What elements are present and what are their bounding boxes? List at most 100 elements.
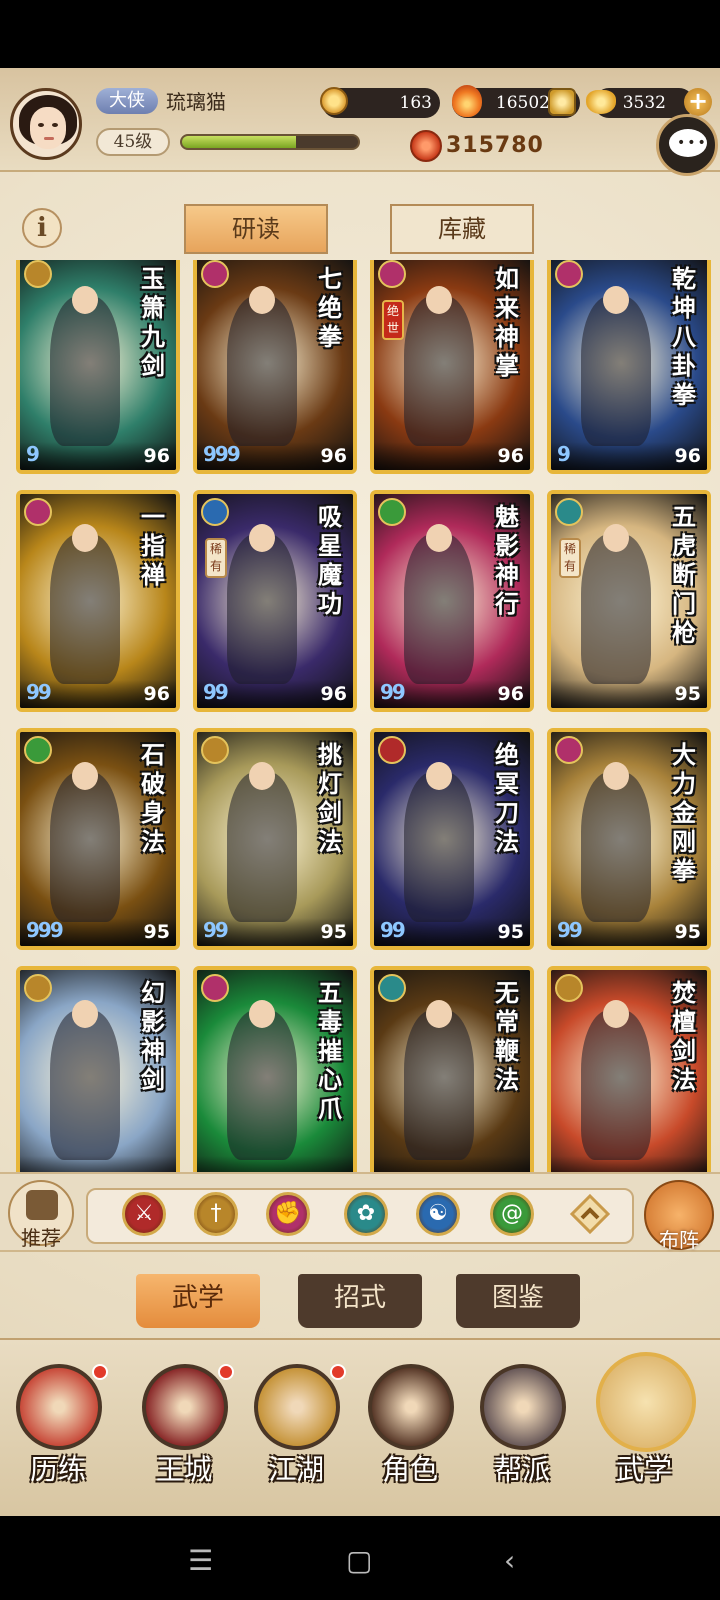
martial-card[interactable]: 五毒摧心爪	[193, 966, 357, 1172]
header: 大侠 琉璃猫 45级 163 16502 3532 + 315780	[0, 68, 720, 172]
card-footer	[551, 1156, 707, 1172]
martial-card[interactable]: 一指禅 99 96	[16, 490, 180, 712]
school-icon	[555, 736, 583, 764]
hero-head	[249, 286, 275, 314]
info-button[interactable]: i	[22, 208, 62, 248]
bottom-navigation: 历练 王城 江湖 角色 帮派 武学	[0, 1338, 720, 1516]
school-icon	[24, 974, 52, 1002]
combat-power: 315780	[410, 130, 543, 162]
hero-head	[72, 1000, 98, 1028]
school-icon	[378, 498, 406, 526]
martial-card[interactable]: 幻影神剑	[16, 966, 180, 1172]
hero-figure	[404, 296, 474, 446]
card-footer	[197, 1156, 353, 1172]
player-avatar[interactable]	[10, 88, 82, 160]
collapse-filter-icon[interactable]	[568, 1192, 612, 1236]
hero-figure	[581, 772, 651, 922]
layout-button[interactable]: 布阵	[644, 1180, 714, 1252]
school-icon	[378, 260, 406, 288]
hero-figure	[404, 1010, 474, 1160]
home-icon[interactable]: ▢	[346, 1544, 372, 1577]
martial-card[interactable]: 绝冥刀法 99 95	[370, 728, 534, 950]
hero-figure	[227, 1010, 297, 1160]
school-icon	[555, 974, 583, 1002]
hero-figure	[404, 772, 474, 922]
hero-figure	[581, 1010, 651, 1160]
sword-icon[interactable]: †	[194, 1192, 238, 1236]
nav-item[interactable]: 武学	[594, 1352, 696, 1492]
hero-figure	[50, 772, 120, 922]
martial-card[interactable]: 乾坤八卦拳 9 96	[547, 260, 711, 474]
nav-item[interactable]: 王城	[134, 1352, 234, 1492]
school-icon	[24, 260, 52, 288]
martial-card[interactable]: 绝世 如来神掌 96	[370, 260, 534, 474]
chat-button[interactable]: •••	[656, 114, 718, 176]
nav-label: 王城	[155, 1453, 212, 1486]
nav-label: 历练	[29, 1453, 86, 1486]
nav-item[interactable]: 历练	[8, 1352, 108, 1492]
subtab-moves[interactable]: 招式	[298, 1274, 422, 1328]
school-icon	[201, 260, 229, 288]
school-icon	[378, 974, 406, 1002]
card-score: 95	[674, 921, 701, 943]
notification-dot	[218, 1364, 234, 1380]
nav-label: 角色	[381, 1453, 438, 1486]
nav-item[interactable]: 江湖	[246, 1352, 346, 1492]
training-icon	[16, 1364, 102, 1450]
player-level: 45级	[96, 128, 170, 156]
card-rank-marks: 99	[203, 918, 229, 942]
hand-cards-icon	[26, 1190, 58, 1220]
power-icon	[410, 130, 442, 162]
back-icon[interactable]: ‹	[504, 1544, 515, 1577]
tab-storage[interactable]: 库藏	[390, 204, 534, 254]
layout-label: 布阵	[659, 1228, 699, 1252]
blade-icon[interactable]: ⚔	[122, 1192, 166, 1236]
notification-dot	[330, 1364, 346, 1380]
nav-item[interactable]: 角色	[360, 1352, 460, 1492]
recent-apps-icon[interactable]: ☰	[188, 1544, 213, 1577]
martial-card[interactable]: 挑灯剑法 99 95	[193, 728, 357, 950]
card-rank-marks: 99	[380, 918, 406, 942]
school-icon	[555, 498, 583, 526]
card-score: 96	[143, 683, 170, 705]
card-name: 焚檀剑法	[672, 978, 696, 1094]
nav-item[interactable]: 帮派	[472, 1352, 572, 1492]
card-score: 96	[320, 445, 347, 467]
rarity-tag: 绝世	[382, 300, 404, 340]
card-name: 大力金刚拳	[672, 740, 696, 885]
martial-card[interactable]: 七绝拳 999 96	[193, 260, 357, 474]
hero-head	[603, 1000, 629, 1028]
hero-head	[249, 1000, 275, 1028]
martial-card[interactable]: 无常鞭法	[370, 966, 534, 1172]
hero-head	[72, 286, 98, 314]
hero-head	[72, 524, 98, 552]
hero-head	[72, 762, 98, 790]
tab-study[interactable]: 研读	[184, 204, 328, 254]
hero-head	[426, 524, 452, 552]
system-navigation-bar: ☰ ▢ ‹	[0, 1516, 720, 1600]
hero-figure	[50, 534, 120, 684]
card-score: 96	[497, 683, 524, 705]
hero-figure	[404, 534, 474, 684]
martial-card[interactable]: 大力金刚拳 99 95	[547, 728, 711, 950]
hero-head	[249, 524, 275, 552]
scroll-icon	[596, 1352, 696, 1452]
martial-card[interactable]: 魅影神行 99 96	[370, 490, 534, 712]
add-gold-button[interactable]: +	[684, 88, 712, 116]
martial-card[interactable]: 石破身法 999 95	[16, 728, 180, 950]
subtab-martial[interactable]: 武学	[136, 1274, 260, 1328]
recommend-button[interactable]: 推荐	[8, 1180, 74, 1250]
card-score: 95	[143, 921, 170, 943]
taiji-icon[interactable]: ☯	[416, 1192, 460, 1236]
school-icon	[24, 498, 52, 526]
martial-card[interactable]: 稀有 五虎断门枪 95	[547, 490, 711, 712]
martial-card[interactable]: 玉箫九剑 9 96	[16, 260, 180, 474]
guild-icon	[480, 1364, 566, 1450]
fist-icon[interactable]: ✊	[266, 1192, 310, 1236]
fan-icon[interactable]: ✿	[344, 1192, 388, 1236]
martial-card[interactable]: 焚檀剑法	[547, 966, 711, 1172]
subtab-atlas[interactable]: 图鉴	[456, 1274, 580, 1328]
hero-figure	[227, 296, 297, 446]
swirl-icon[interactable]: @	[490, 1192, 534, 1236]
martial-card[interactable]: 稀有 吸星魔功 99 96	[193, 490, 357, 712]
